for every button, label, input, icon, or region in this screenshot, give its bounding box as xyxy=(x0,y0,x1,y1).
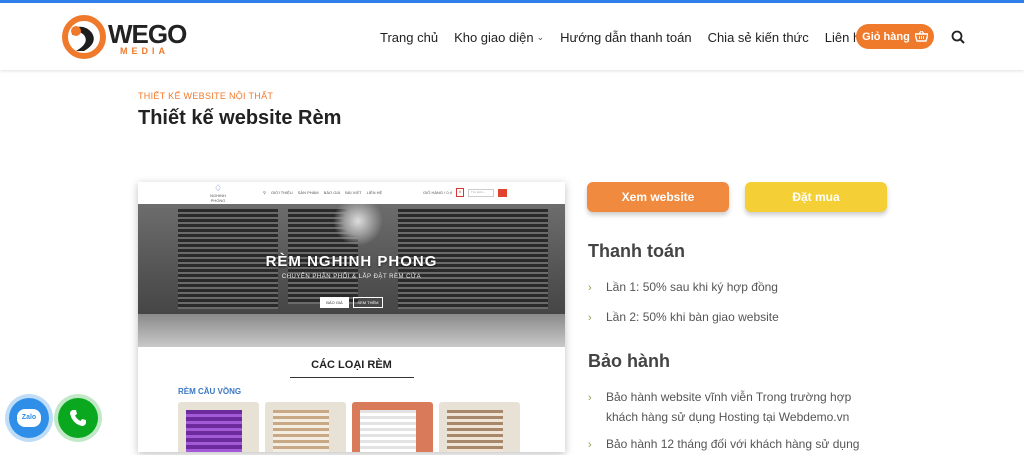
nav-item-themes[interactable]: Kho giao diện ⌄ xyxy=(454,30,544,45)
site-header: WEGO MEDIA Trang chủ Kho giao diện ⌄ Hướn… xyxy=(0,3,1024,70)
search-icon[interactable] xyxy=(951,30,965,44)
nav-item-knowledge[interactable]: Chia sẻ kiến thức xyxy=(708,30,809,45)
chevron-right-icon: › xyxy=(588,282,592,294)
nav-item-payment-guide[interactable]: Hướng dẫn thanh toán xyxy=(560,30,691,45)
preview-hero-subtitle: CHUYÊN PHÂN PHỐI & LẮP ĐẶT RÈM CỬA xyxy=(281,274,422,280)
warranty-item-text: Bảo hành 12 tháng đối với khách hàng sử … xyxy=(606,437,860,451)
preview-section-subtitle: RÈM CẦU VỒNG xyxy=(178,387,242,396)
breadcrumb[interactable]: THIẾT KẾ WEBSITE NỘI THẤT xyxy=(138,91,273,101)
preview-chandelier xyxy=(333,204,383,246)
preview-menu-item: GIỚI THIỆU xyxy=(270,190,293,195)
preview-logo-icon: ♢ xyxy=(213,183,223,193)
logo-mark-icon xyxy=(62,15,106,59)
nav-label: Chia sẻ kiến thức xyxy=(707,29,809,45)
warranty-item-text: Bảo hành website vĩnh viễn Trong trường … xyxy=(606,390,852,404)
chevron-down-icon: ⌄ xyxy=(536,31,545,42)
warranty-item: › Bảo hành 12 tháng đối với khách hàng sử… xyxy=(588,434,859,455)
main-nav: Trang chủ Kho giao diện ⌄ Hướng dẫn thanh… xyxy=(380,25,883,49)
phone-icon xyxy=(70,410,86,426)
warranty-heading: Bảo hành xyxy=(588,351,671,371)
preview-thumb-white xyxy=(352,402,433,452)
preview-thumb-wood xyxy=(439,402,520,452)
preview-thumb-purple xyxy=(178,402,259,452)
warranty-item: › Bảo hành website vĩnh viễn Trong trường… xyxy=(588,387,851,408)
basket-icon xyxy=(914,31,928,42)
preview-menu-item: BÀI VIẾT xyxy=(345,190,362,195)
preview-more-button: XEM THÊM xyxy=(353,297,383,308)
nav-label: Hướng dẫn thanh toán xyxy=(560,29,692,45)
payment-item-text: Lần 1: 50% sau khi ký hợp đồng xyxy=(606,280,778,294)
nav-label: Trang chủ xyxy=(380,29,439,45)
preview-menu: ⚲ GIỚI THIỆU SẢN PHẨM BÁO GIÁ BÀI VIẾT L… xyxy=(263,190,382,195)
preview-menu-item: SẢN PHẨM xyxy=(297,190,319,195)
preview-section-title: CÁC LOẠI RÈM xyxy=(311,359,392,371)
warranty-item-text: khách hàng sử dụng Hosting tại Webdemo.v… xyxy=(606,410,850,424)
chevron-right-icon: › xyxy=(588,439,592,451)
preview-menu-item: BÁO GIÁ xyxy=(323,190,341,195)
preview-site-name: NGHINH PHONG xyxy=(210,193,226,203)
preview-menu-item: LIÊN HỆ xyxy=(366,190,383,195)
preview-floor xyxy=(138,314,565,347)
logo-tagline: MEDIA xyxy=(120,46,169,56)
payment-item: › Lần 2: 50% khi bàn giao website xyxy=(588,307,779,328)
preview-product-thumbs xyxy=(178,402,520,452)
preview-search-input: Tìm kiếm... xyxy=(467,188,494,197)
view-website-button[interactable]: Xem website xyxy=(587,182,729,212)
preview-thumb-beige xyxy=(265,402,346,452)
chevron-right-icon: › xyxy=(588,392,592,404)
preview-hero: RÈM NGHINH PHONG CHUYÊN PHÂN PHỐI & LẮP … xyxy=(138,204,565,347)
payment-item: › Lần 1: 50% sau khi ký hợp đồng xyxy=(588,277,778,298)
preview-logo: ♢ NGHINH PHONG xyxy=(208,183,228,203)
preview-search-button xyxy=(497,188,507,197)
page-title: Thiết kế website Rèm xyxy=(138,107,342,129)
chevron-right-icon: › xyxy=(588,312,592,324)
preview-section-divider xyxy=(290,377,414,378)
phone-call-button[interactable] xyxy=(58,398,98,438)
preview-cart-count: 0 xyxy=(455,188,464,197)
cart-button[interactable]: Giỏ hàng xyxy=(856,24,934,49)
website-preview-image: ♢ NGHINH PHONG ⚲ GIỚI THIỆU SẢN PHẨM BÁO… xyxy=(138,182,565,452)
payment-heading: Thanh toán xyxy=(588,241,685,261)
preview-hero-buttons: BÁO GIÁ XEM THÊM xyxy=(320,297,383,308)
payment-item-text: Lần 2: 50% khi bàn giao website xyxy=(606,310,779,324)
preview-hero-title: RÈM NGHINH PHONG xyxy=(265,253,438,270)
preview-cart-text: GIỎ HÀNG / 0 đ xyxy=(423,190,452,195)
preview-quote-button: BÁO GIÁ xyxy=(320,297,349,308)
zalo-icon: Zalo xyxy=(17,409,41,427)
preview-header: ♢ NGHINH PHONG ⚲ GIỚI THIỆU SẢN PHẨM BÁO… xyxy=(138,182,565,204)
cart-label: Giỏ hàng xyxy=(862,30,910,43)
nav-item-home[interactable]: Trang chủ xyxy=(380,30,438,45)
order-button[interactable]: Đặt mua xyxy=(745,182,887,212)
nav-label: Kho giao diện xyxy=(454,29,534,45)
zalo-chat-button[interactable]: Zalo xyxy=(9,398,49,438)
site-logo[interactable]: WEGO MEDIA xyxy=(62,15,192,59)
preview-header-right: GIỎ HÀNG / 0 đ 0 Tìm kiếm... xyxy=(423,188,507,197)
preview-search-icon: ⚲ xyxy=(263,190,266,195)
